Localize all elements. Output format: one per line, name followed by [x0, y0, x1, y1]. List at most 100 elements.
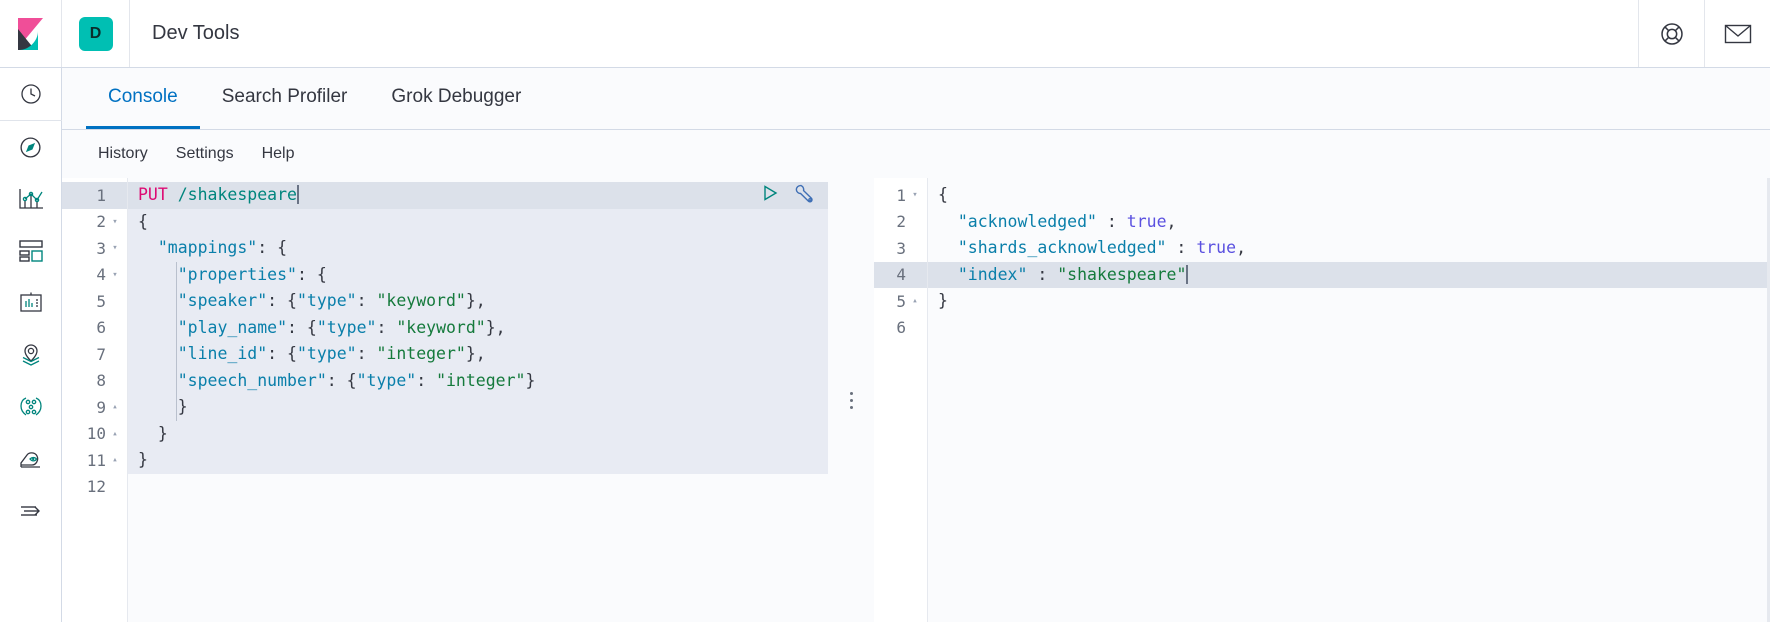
- token-key: "index": [957, 264, 1028, 284]
- tab-search-profiler[interactable]: Search Profiler: [200, 68, 370, 129]
- code-line[interactable]: [928, 315, 1770, 342]
- code-line[interactable]: "index" : "shakespeare": [928, 261, 1770, 288]
- fold-down-icon[interactable]: ▾: [109, 270, 121, 280]
- line-number: 4: [874, 261, 927, 288]
- code-line[interactable]: [128, 474, 828, 501]
- code-line[interactable]: }: [128, 420, 828, 447]
- fold-down-icon[interactable]: ▾: [909, 190, 921, 200]
- line-number-value: 9: [96, 397, 106, 417]
- token-key: "properties": [177, 264, 297, 284]
- fold-down-icon[interactable]: ▾: [109, 217, 121, 227]
- code-line[interactable]: "acknowledged" : true,: [928, 209, 1770, 236]
- token-punct: :: [356, 291, 377, 310]
- request-editor-pane[interactable]: 1 2 ▾ 3 ▾ 4 ▾ 5 6 7 8 9 ▴ 10 ▴ 11 ▴ 12 P…: [62, 178, 828, 622]
- mail-envelope-icon: [1724, 24, 1751, 43]
- line-number-value: 3: [896, 238, 906, 258]
- main-content: Console Search Profiler Grok Debugger Hi…: [62, 68, 1770, 622]
- kibana-logo[interactable]: [0, 0, 62, 67]
- token-punct: }: [938, 291, 948, 310]
- sidebar-item-recently-viewed[interactable]: [0, 68, 62, 120]
- arrow-right-collapse-icon: [20, 506, 40, 516]
- dashboard-grid-icon: [18, 240, 43, 262]
- token-punct: [938, 238, 958, 257]
- fold-up-icon[interactable]: ▴: [109, 402, 121, 412]
- help-button[interactable]: [1638, 0, 1704, 67]
- play-run-request-button[interactable]: [760, 183, 780, 203]
- sidebar-item-visualize[interactable]: [0, 173, 62, 225]
- request-action-bar: [760, 180, 814, 206]
- line-number: 7: [62, 341, 127, 368]
- code-line[interactable]: "speech_number": {"type": "integer"}: [128, 367, 828, 394]
- token-punct: [138, 344, 178, 363]
- code-line[interactable]: }: [128, 394, 828, 421]
- line-number: 6: [874, 315, 927, 342]
- line-number-value: 5: [96, 291, 106, 311]
- tab-grok-debugger[interactable]: Grok Debugger: [369, 68, 543, 129]
- fold-up-icon[interactable]: ▴: [109, 455, 121, 465]
- code-line[interactable]: "play_name": {"type": "keyword"},: [128, 314, 828, 341]
- token-key: "shards_acknowledged": [957, 238, 1167, 257]
- sidebar-item-discover[interactable]: [0, 121, 62, 173]
- line-number: 3 ▾: [62, 235, 127, 262]
- line-number: 4 ▾: [62, 262, 127, 289]
- sidebar-item-collapse-nav[interactable]: [0, 485, 62, 537]
- token-key: "acknowledged": [957, 211, 1097, 231]
- request-editor[interactable]: PUT /shakespeare{ "mappings": { "propert…: [128, 178, 828, 622]
- page-title: Dev Tools: [152, 22, 240, 44]
- token-punct: [138, 291, 178, 310]
- tab-console[interactable]: Console: [86, 68, 200, 129]
- compass-icon: [20, 136, 41, 158]
- code-line[interactable]: }: [128, 447, 828, 474]
- sidebar-item-graph[interactable]: [0, 381, 62, 433]
- global-header: D Dev Tools: [0, 0, 1770, 68]
- sidebar-item-machine-learning[interactable]: [0, 433, 62, 485]
- kibana-logo-icon: [17, 17, 43, 50]
- line-number-value: 11: [86, 450, 106, 470]
- code-line[interactable]: "shards_acknowledged" : true,: [928, 235, 1770, 262]
- fold-up-icon[interactable]: ▴: [109, 429, 121, 439]
- code-line[interactable]: }: [928, 288, 1770, 315]
- text-cursor: [296, 185, 299, 204]
- code-line[interactable]: "mappings": {: [128, 235, 828, 262]
- resize-grip-dots[interactable]: [848, 389, 855, 412]
- line-number: 1: [62, 182, 127, 209]
- sidebar-item-dashboard[interactable]: [0, 225, 62, 277]
- app-badge[interactable]: D: [78, 16, 113, 51]
- response-pane[interactable]: 1 ▾ 2 3 4 5 ▴ 6 { "acknowledged" : true, "shard…: [874, 178, 1770, 622]
- token-key: "line_id": [177, 344, 268, 363]
- canvas-presentation-icon: [19, 292, 42, 312]
- token-punct: }: [138, 397, 188, 416]
- sidebar-item-canvas[interactable]: [0, 277, 62, 329]
- token-str: "integer": [376, 344, 466, 363]
- sidebar-item-maps[interactable]: [0, 329, 62, 381]
- response-line-number-gutter: 1 ▾ 2 3 4 5 ▴ 6: [874, 178, 928, 622]
- code-line[interactable]: {: [128, 208, 828, 235]
- token-punct: : {: [287, 317, 317, 337]
- line-number: 1 ▾: [874, 182, 927, 209]
- token-punct: : {: [267, 344, 297, 363]
- code-line[interactable]: "properties": {: [128, 261, 828, 288]
- fold-up-icon[interactable]: ▴: [909, 296, 921, 306]
- token-punct: : {: [296, 264, 327, 284]
- code-line[interactable]: PUT /shakespeare: [128, 182, 828, 209]
- code-line[interactable]: "line_id": {"type": "integer"},: [128, 341, 828, 368]
- token-punct: : {: [267, 291, 297, 310]
- code-line[interactable]: "speaker": {"type": "keyword"},: [128, 288, 828, 315]
- token-punct: : {: [326, 370, 357, 390]
- response-viewer[interactable]: { "acknowledged" : true, "shards_acknowl…: [928, 178, 1770, 622]
- wrench-options-button[interactable]: [793, 183, 814, 204]
- panel-resize-handle[interactable]: [828, 178, 874, 622]
- token-punct: ,: [1236, 238, 1246, 257]
- code-line[interactable]: {: [928, 182, 1770, 209]
- menu-item-help[interactable]: Help: [248, 141, 309, 167]
- menu-item-settings[interactable]: Settings: [162, 141, 248, 167]
- wrench-options-icon: [795, 184, 813, 202]
- mail-button[interactable]: [1704, 0, 1770, 67]
- line-number: 9 ▴: [62, 394, 127, 421]
- line-number-value: 10: [86, 424, 106, 444]
- fold-down-icon[interactable]: ▾: [109, 243, 121, 253]
- line-number: 5: [62, 288, 127, 315]
- menu-item-history[interactable]: History: [84, 141, 162, 167]
- token-key: "play_name": [177, 317, 288, 337]
- line-number-value: 7: [96, 344, 106, 364]
